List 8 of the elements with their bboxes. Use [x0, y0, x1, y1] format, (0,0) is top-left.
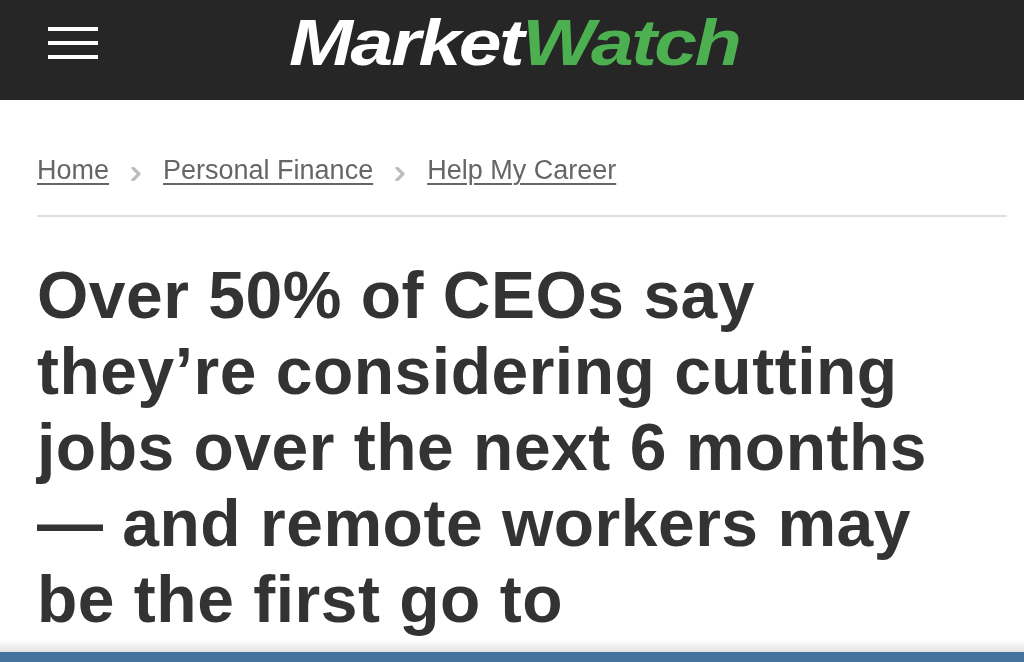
- article-headline: Over 50% of CEOs say they’re considering cutting jobs over the next 6 months — and remote workers may be the first go to: [35, 257, 928, 637]
- site-logo[interactable]: MarketWatch: [289, 4, 740, 82]
- menu-icon[interactable]: [46, 26, 100, 60]
- breadcrumb-link[interactable]: Personal Finance: [163, 154, 374, 186]
- chevron-right-icon: [395, 167, 406, 181]
- chevron-right-icon: [131, 167, 142, 181]
- breadcrumb-link[interactable]: Help My Career: [427, 154, 617, 186]
- breadcrumb-link[interactable]: Home: [37, 154, 110, 186]
